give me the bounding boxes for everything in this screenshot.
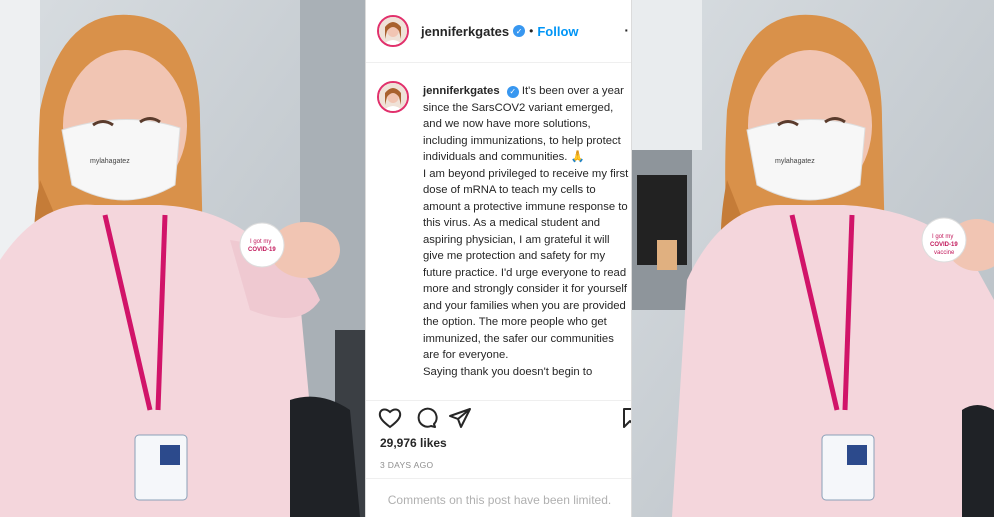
caption-username[interactable]: jenniferkgates [423, 85, 500, 97]
post-caption: jenniferkgates ✓ It's been over a year s… [423, 83, 631, 380]
vaccine-sticker-text-right-3: vaccine [934, 250, 955, 256]
vaccine-sticker-text-right-2: COVID-19 [930, 242, 958, 248]
post-timestamp[interactable]: 3 DAYS AGO [380, 460, 433, 470]
post-header: jenniferkgates ✓ • Follow · [366, 0, 631, 63]
caption-text: It's been over a year since the SarsCOV2… [423, 85, 629, 378]
more-options-icon[interactable]: · [624, 22, 629, 38]
comment-icon[interactable] [414, 407, 438, 429]
bookmark-icon[interactable] [622, 407, 632, 429]
vaccine-photo-illustration: mylahagatez I got my COVID-19 [0, 0, 365, 517]
vaccine-sticker-text-right: I got my [932, 234, 953, 240]
follow-button[interactable]: Follow [537, 24, 578, 39]
instagram-post-panel: jenniferkgates ✓ • Follow · jenniferkgat… [365, 0, 632, 517]
caption-avatar[interactable] [377, 81, 409, 113]
heart-icon[interactable] [378, 407, 402, 429]
profile-avatar[interactable] [377, 15, 409, 47]
vaccine-photo-right-illustration: mylahagatez I got my COVID-19 vaccine [632, 0, 994, 517]
mask-print-text-right: mylahagatez [775, 158, 815, 165]
caption-verified-badge-icon: ✓ [506, 86, 519, 99]
profile-avatar-icon [379, 17, 407, 45]
share-icon[interactable] [448, 407, 472, 429]
comments-limited-notice: Comments on this post have been limited. [366, 478, 631, 517]
vaccine-sticker-text-left-2: COVID-19 [248, 247, 276, 253]
header-separator: • [529, 24, 534, 38]
post-actions-bar [366, 400, 632, 431]
verified-badge-icon: ✓ [513, 25, 526, 37]
caption-avatar-icon [379, 83, 407, 111]
caption-scroll-area[interactable]: jenniferkgates ✓ It's been over a year s… [366, 64, 631, 397]
vaccine-photo-right: mylahagatez I got my COVID-19 vaccine [632, 0, 994, 517]
mask-print-text: mylahagatez [90, 158, 130, 165]
post-author-username[interactable]: jenniferkgates [421, 24, 509, 39]
screenshot-composite: mylahagatez I got my COVID-19 jenniferkg… [0, 0, 994, 517]
vaccine-sticker-text-left: I got my [250, 239, 271, 245]
likes-count[interactable]: 29,976 likes [380, 436, 447, 450]
vaccine-photo-left: mylahagatez I got my COVID-19 [0, 0, 365, 517]
